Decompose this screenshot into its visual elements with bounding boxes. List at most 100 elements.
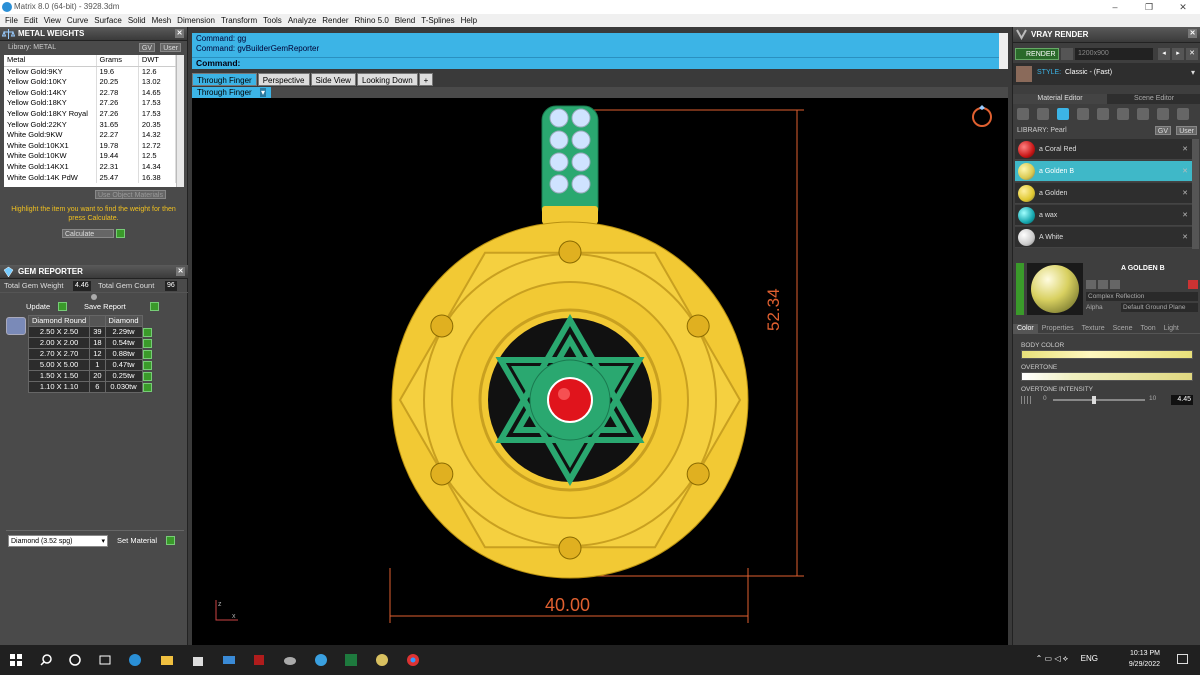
image-icon[interactable] bbox=[1157, 108, 1169, 120]
add-tab-button[interactable]: + bbox=[418, 73, 434, 86]
material-list-scrollbar[interactable] bbox=[1192, 139, 1199, 249]
reflection-mode[interactable]: Complex Reflection bbox=[1086, 292, 1198, 301]
list-item[interactable]: A White ✕ bbox=[1015, 227, 1192, 248]
close-icon[interactable]: ✕ bbox=[1182, 227, 1188, 248]
list-item[interactable]: a Coral Red ✕ bbox=[1015, 139, 1192, 160]
viewport-label[interactable]: Through Finger ▾ bbox=[192, 87, 271, 98]
menu-mesh[interactable]: Mesh bbox=[149, 14, 175, 27]
command-scrollbar[interactable] bbox=[999, 33, 1008, 69]
col-dwt[interactable]: DWT bbox=[138, 55, 177, 67]
tab-texture[interactable]: Texture bbox=[1078, 324, 1109, 333]
set-material-button[interactable]: Set Material bbox=[117, 536, 157, 545]
table-row[interactable]: 1.10 X 1.10 6 0.030tw bbox=[27, 381, 153, 393]
tray-icons[interactable]: ⌃ ▭ ◁ ⟡ bbox=[1036, 653, 1068, 664]
menu-dimension[interactable]: Dimension bbox=[174, 14, 218, 27]
pattern-icon[interactable] bbox=[1117, 108, 1129, 120]
resolution-field[interactable]: 1200x900 bbox=[1075, 48, 1153, 60]
table-row[interactable]: Yellow Gold:18KY 27.26 17.53 bbox=[4, 98, 177, 109]
close-button[interactable]: ✕ bbox=[1166, 0, 1200, 14]
collapse-handle[interactable] bbox=[1016, 263, 1024, 315]
menu-curve[interactable]: Curve bbox=[64, 14, 91, 27]
select-gem-icon[interactable] bbox=[142, 371, 152, 381]
table-row[interactable]: 1.50 X 1.50 20 0.25tw bbox=[27, 370, 153, 382]
select-gem-icon[interactable] bbox=[142, 349, 152, 359]
table-row[interactable]: 5.00 X 5.00 1 0.47tw bbox=[27, 359, 153, 371]
body-color-slider[interactable] bbox=[1021, 350, 1193, 359]
clock[interactable]: 10:13 PM 9/29/2022 bbox=[1110, 648, 1160, 670]
app-red-icon[interactable] bbox=[251, 652, 267, 668]
menu-tsplines[interactable]: T-Splines bbox=[418, 14, 457, 27]
style-value[interactable]: Classic - (Fast) bbox=[1065, 69, 1112, 76]
table-row[interactable]: White Gold:14K PdW 25.47 16.38 bbox=[4, 172, 177, 184]
ring-icon[interactable] bbox=[969, 102, 995, 128]
language-indicator[interactable]: ENG bbox=[1081, 653, 1098, 664]
select-gem-icon[interactable] bbox=[142, 382, 152, 392]
table-row[interactable]: 2.70 X 2.70 12 0.88tw bbox=[27, 348, 153, 360]
copy-icon[interactable] bbox=[1110, 280, 1120, 289]
menu-file[interactable]: File bbox=[2, 14, 21, 27]
table-row[interactable]: White Gold:10KX1 19.78 12.72 bbox=[4, 140, 177, 152]
texture-icon[interactable] bbox=[1077, 108, 1089, 120]
calculate-go-icon[interactable] bbox=[116, 229, 125, 238]
close-icon[interactable]: ✕ bbox=[1188, 29, 1197, 38]
cortana-icon[interactable] bbox=[67, 652, 83, 668]
command-input[interactable]: Command: bbox=[192, 57, 1008, 69]
table-row[interactable]: Yellow Gold:10KY 20.25 13.02 bbox=[4, 77, 177, 88]
menu-help[interactable]: Help bbox=[458, 14, 480, 27]
table-row[interactable]: Yellow Gold:14KY 22.78 14.65 bbox=[4, 87, 177, 99]
grid-icon[interactable] bbox=[1097, 108, 1109, 120]
table-row[interactable]: Yellow Gold:18KY Royal 27.26 17.53 bbox=[4, 108, 177, 120]
select-gem-icon[interactable] bbox=[142, 360, 152, 370]
next-icon[interactable]: ▸ bbox=[1172, 48, 1184, 60]
table-row[interactable]: Yellow Gold:9KY 19.6 12.6 bbox=[4, 66, 177, 78]
menu-view[interactable]: View bbox=[41, 14, 64, 27]
excel-icon[interactable] bbox=[343, 652, 359, 668]
sphere-icon[interactable] bbox=[1057, 108, 1069, 120]
light-icon[interactable] bbox=[1177, 108, 1189, 120]
viewport[interactable]: 40.00 52.34 zx bbox=[192, 98, 1008, 645]
rhino-icon[interactable] bbox=[282, 652, 298, 668]
calculate-button[interactable]: Calculate bbox=[62, 229, 114, 238]
select-gem-icon[interactable] bbox=[142, 327, 152, 337]
close-icon[interactable]: ✕ bbox=[1186, 48, 1198, 60]
menu-blend[interactable]: Blend bbox=[392, 14, 418, 27]
windows-start-icon[interactable] bbox=[8, 652, 24, 668]
list-item[interactable]: a Golden B ✕ bbox=[1015, 161, 1192, 182]
store-icon[interactable] bbox=[190, 652, 206, 668]
menu-analyze[interactable]: Analyze bbox=[285, 14, 319, 27]
menu-edit[interactable]: Edit bbox=[21, 14, 41, 27]
gem-icon[interactable] bbox=[1037, 108, 1049, 120]
table-row[interactable]: White Gold:9KW 22.27 14.32 bbox=[4, 130, 177, 141]
tab-material-editor[interactable]: Material Editor bbox=[1013, 94, 1107, 104]
tab-looking-down[interactable]: Looking Down bbox=[356, 73, 418, 86]
matrix-taskbar-icon[interactable] bbox=[313, 652, 329, 668]
mail-icon[interactable] bbox=[221, 652, 237, 668]
intensity-slider-thumb[interactable] bbox=[1091, 396, 1096, 404]
search-icon[interactable] bbox=[38, 652, 54, 668]
update-button[interactable]: Update bbox=[26, 302, 50, 311]
list-item[interactable]: a Golden ✕ bbox=[1015, 183, 1192, 204]
edit-icon[interactable] bbox=[1086, 280, 1096, 289]
menu-surface[interactable]: Surface bbox=[91, 14, 125, 27]
material-select[interactable]: Diamond (3.52 spg) ▾ bbox=[8, 535, 108, 547]
table-row[interactable]: 2.50 X 2.50 39 2.29tw bbox=[27, 326, 153, 338]
intensity-slider[interactable] bbox=[1053, 399, 1145, 401]
set-material-go-icon[interactable] bbox=[166, 536, 175, 545]
tab-scene-editor[interactable]: Scene Editor bbox=[1107, 94, 1200, 104]
chrome-icon[interactable] bbox=[405, 652, 421, 668]
notifications-icon[interactable] bbox=[1177, 654, 1188, 664]
gv-button[interactable]: GV bbox=[138, 43, 155, 52]
tab-toon[interactable]: Toon bbox=[1136, 324, 1159, 333]
tab-light[interactable]: Light bbox=[1160, 324, 1183, 333]
overtone-slider[interactable] bbox=[1021, 372, 1193, 381]
save-report-button[interactable]: Save Report bbox=[84, 302, 126, 311]
menu-tools[interactable]: Tools bbox=[260, 14, 285, 27]
use-object-materials-checkbox[interactable]: Use Object Materials bbox=[95, 190, 166, 199]
table-row[interactable]: Yellow Gold:22KY 31.65 20.35 bbox=[4, 119, 177, 131]
layers-icon[interactable] bbox=[1137, 108, 1149, 120]
chevron-down-icon[interactable]: ▾ bbox=[1191, 68, 1195, 77]
close-icon[interactable]: ✕ bbox=[176, 267, 185, 276]
metal-table-scrollbar[interactable] bbox=[176, 55, 184, 187]
file-explorer-icon[interactable] bbox=[159, 652, 175, 668]
drag-handle[interactable] bbox=[91, 294, 97, 300]
